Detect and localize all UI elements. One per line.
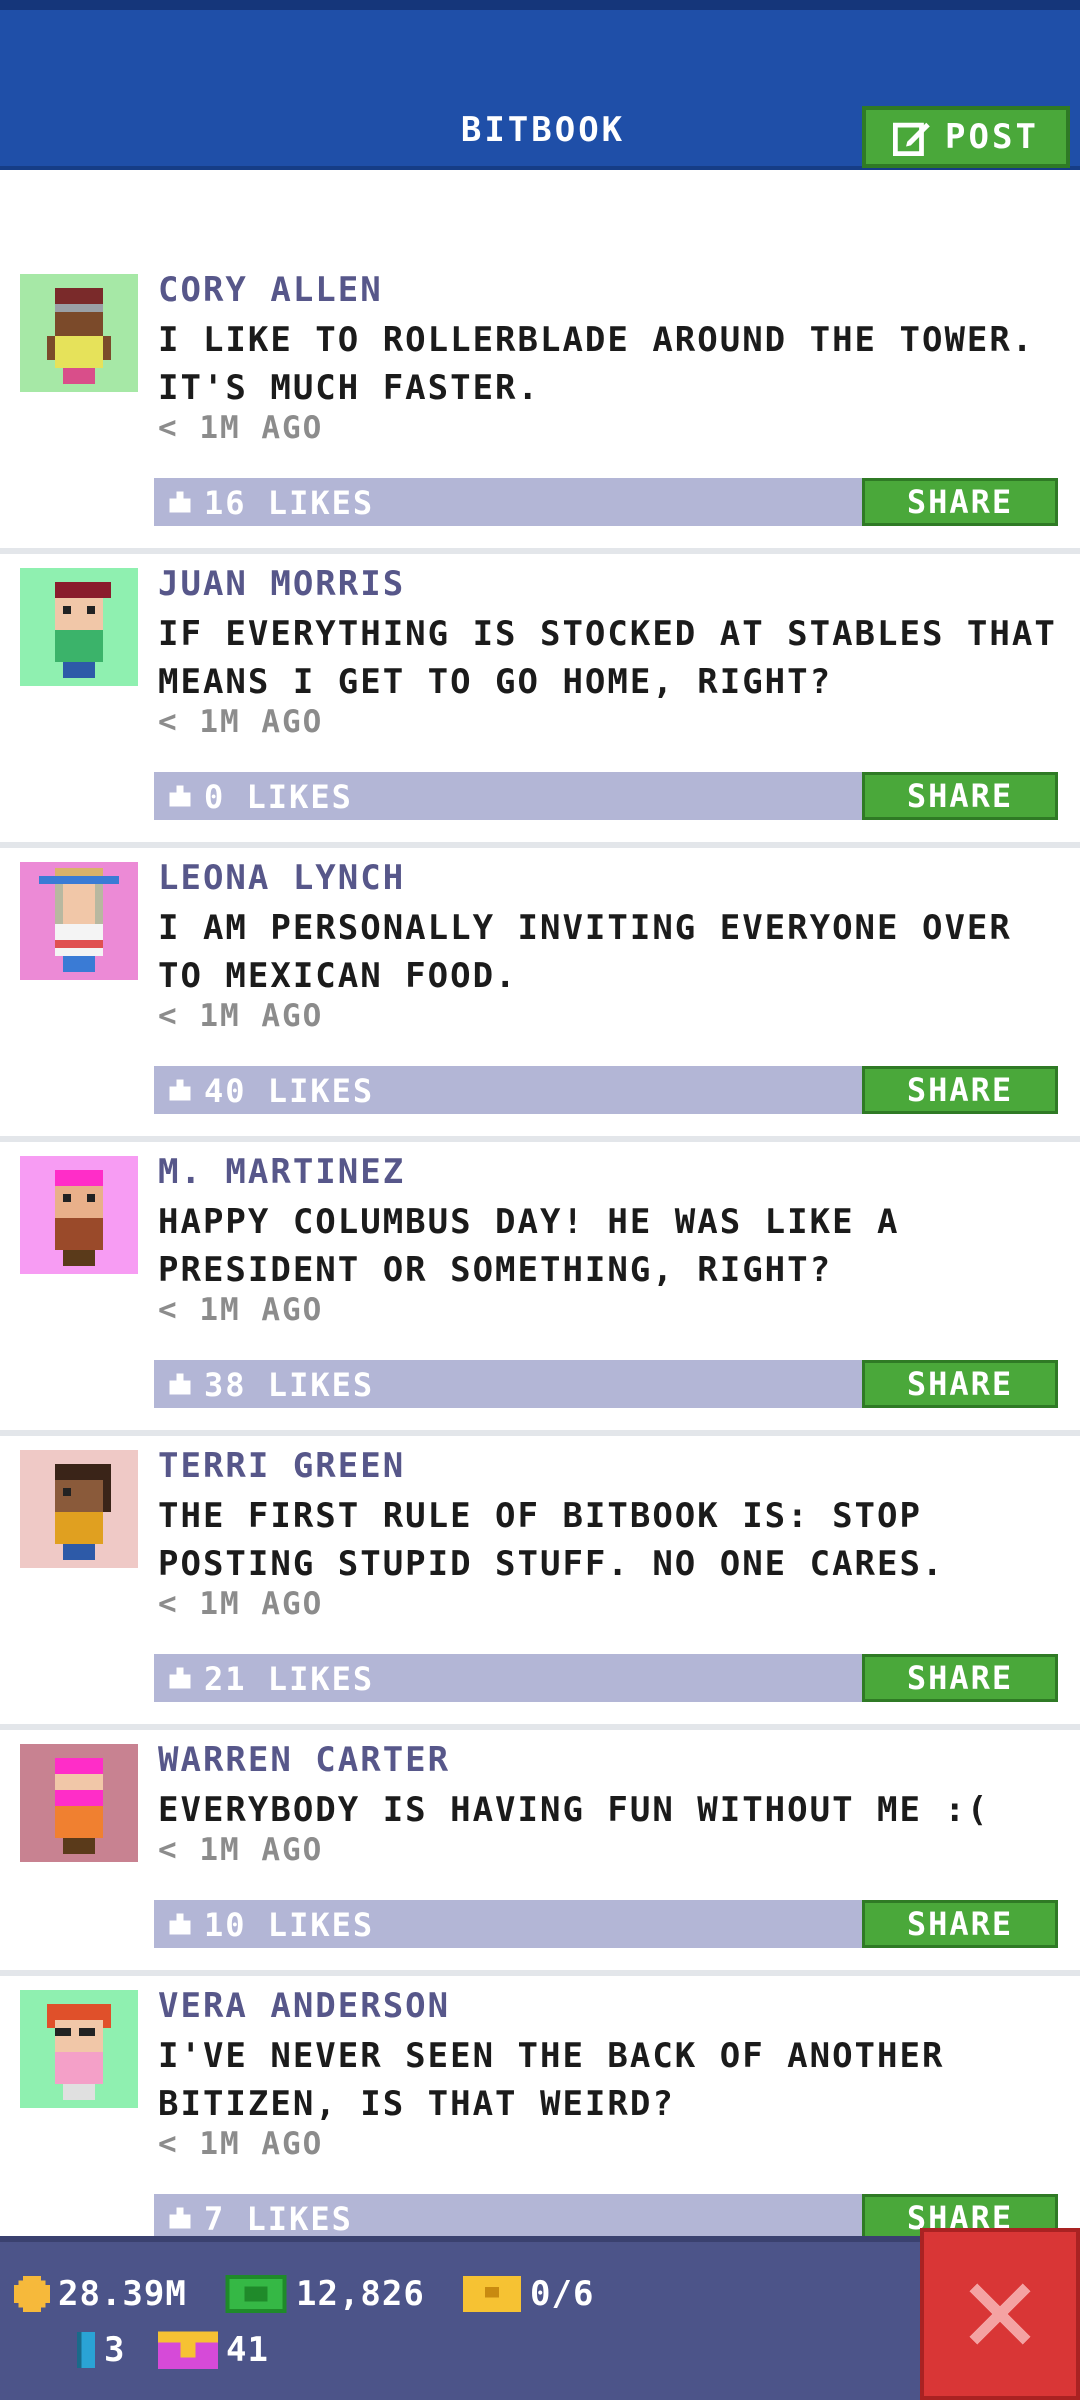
feed-post: WARREN CARTER EVERYBODY IS HAVING FUN WI… [0,1730,1080,1976]
feed-post: CORY ALLEN I LIKE TO ROLLERBLADE AROUND … [0,260,1080,554]
bux-stat[interactable]: 12,826 [224,2274,425,2314]
avatar[interactable] [20,1156,138,1274]
avatar[interactable] [20,1744,138,1862]
feed-post: JUAN MORRIS IF EVERYTHING IS STOCKED AT … [0,554,1080,848]
close-button[interactable] [920,2228,1080,2400]
keys-value: 3 [104,2330,126,2370]
coin-icon [14,2276,50,2312]
likes-bar: 0 LIKES SHARE [154,772,1058,820]
avatar[interactable] [20,274,138,392]
post-text: EVERYBODY IS HAVING FUN WITHOUT ME :( [158,1790,990,1830]
feed-post: TERRI GREEN THE FIRST RULE OF BITBOOK IS… [0,1436,1080,1730]
like-icon[interactable] [166,2204,194,2232]
gifts-stat[interactable]: 41 [158,2330,269,2370]
post-feed[interactable]: CORY ALLEN I LIKE TO ROLLERBLADE AROUND … [0,260,1080,2270]
post-author[interactable]: M. MARTINEZ [158,1152,405,1192]
like-icon[interactable] [166,1076,194,1104]
likes-bar: 38 LIKES SHARE [154,1360,1058,1408]
share-button[interactable]: SHARE [862,1066,1058,1114]
bux-value: 12,826 [296,2274,425,2314]
post-text: THE FIRST RULE OF BITBOOK IS: STOP POSTI… [158,1496,945,1584]
likes-count: 10 LIKES [204,1906,375,1944]
share-button[interactable]: SHARE [862,478,1058,526]
feed-post: LEONA LYNCH I AM PERSONALLY INVITING EVE… [0,848,1080,1142]
like-icon[interactable] [166,782,194,810]
post-time: < 1M AGO [158,410,324,446]
bux-icon [225,2275,287,2313]
feed-post: VERA ANDERSON I'VE NEVER SEEN THE BACK O… [0,1976,1080,2270]
avatar[interactable] [20,568,138,686]
like-icon[interactable] [166,1370,194,1398]
likes-bar: 40 LIKES SHARE [154,1066,1058,1114]
post-button[interactable]: POST [862,106,1070,168]
key-icon [77,2332,95,2368]
post-time: < 1M AGO [158,1832,324,1868]
tickets-value: 0/6 [530,2274,595,2314]
post-time: < 1M AGO [158,1292,324,1328]
post-text: HAPPY COLUMBUS DAY! HE WAS LIKE A PRESID… [158,1202,900,1290]
post-author[interactable]: TERRI GREEN [158,1446,405,1486]
avatar[interactable] [20,862,138,980]
post-text: IF EVERYTHING IS STOCKED AT STABLES THAT… [158,614,1057,702]
like-icon[interactable] [166,1910,194,1938]
post-time: < 1M AGO [158,998,324,1034]
likes-count: 21 LIKES [204,1660,375,1698]
post-text: I AM PERSONALLY INVITING EVERYONE OVER T… [158,908,1012,996]
post-time: < 1M AGO [158,1586,324,1622]
post-author[interactable]: WARREN CARTER [158,1740,450,1780]
share-button[interactable]: SHARE [862,1654,1058,1702]
like-icon[interactable] [166,1664,194,1692]
likes-bar: 21 LIKES SHARE [154,1654,1058,1702]
keys-stat[interactable]: 3 [76,2330,125,2370]
likes-bar: 10 LIKES SHARE [154,1900,1058,1948]
coins-stat[interactable]: 28.39M [14,2274,187,2314]
post-text: I LIKE TO ROLLERBLADE AROUND THE TOWER. … [158,320,1035,408]
like-icon[interactable] [166,488,194,516]
feed-post: M. MARTINEZ HAPPY COLUMBUS DAY! HE WAS L… [0,1142,1080,1436]
likes-bar: 16 LIKES SHARE [154,478,1058,526]
post-button-label: POST [945,117,1039,157]
post-text: I'VE NEVER SEEN THE BACK OF ANOTHER BITI… [158,2036,945,2124]
post-author[interactable]: VERA ANDERSON [158,1986,450,2026]
post-time: < 1M AGO [158,704,324,740]
likes-count: 38 LIKES [204,1366,375,1404]
ticket-icon [463,2276,521,2312]
close-icon [969,2283,1031,2345]
post-author[interactable]: LEONA LYNCH [158,858,405,898]
likes-count: 16 LIKES [204,484,375,522]
likes-count: 0 LIKES [204,778,353,816]
avatar[interactable] [20,1990,138,2108]
likes-count: 40 LIKES [204,1072,375,1110]
post-author[interactable]: CORY ALLEN [158,270,383,310]
edit-icon [893,122,930,156]
avatar[interactable] [20,1450,138,1568]
likes-count: 7 LIKES [204,2200,353,2238]
gifts-value: 41 [226,2330,269,2370]
tickets-stat[interactable]: 0/6 [462,2274,594,2314]
app-header: BITBOOK POST [0,0,1080,170]
share-button[interactable]: SHARE [862,772,1058,820]
post-time: < 1M AGO [158,2126,324,2162]
share-button[interactable]: SHARE [862,1360,1058,1408]
resource-bar: 28.39M 12,826 0/6 3 41 [0,2236,1080,2400]
post-author[interactable]: JUAN MORRIS [158,564,405,604]
coins-value: 28.39M [58,2274,187,2314]
share-button[interactable]: SHARE [862,1900,1058,1948]
gift-icon [158,2331,218,2369]
